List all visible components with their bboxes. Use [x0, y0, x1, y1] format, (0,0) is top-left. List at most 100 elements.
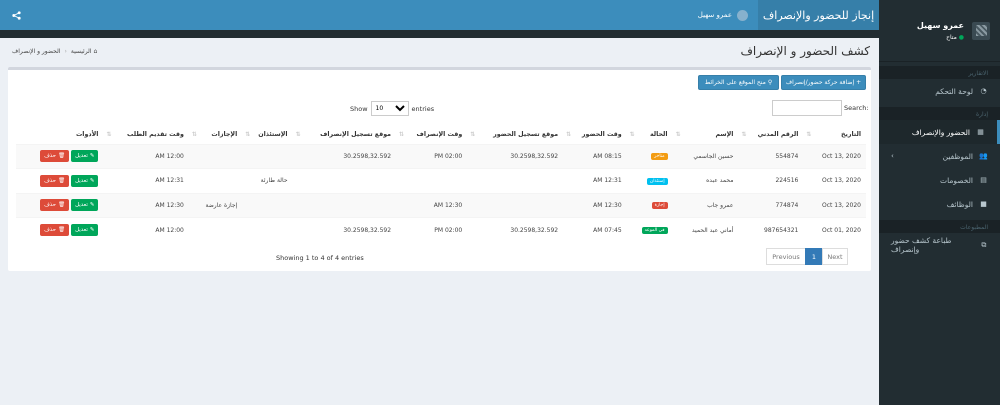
breadcrumb-separator: › — [64, 48, 67, 55]
top-header: إنجاز للحضور والإنصراف عمرو سهيل — [0, 0, 879, 30]
map-location-button[interactable]: منح الموقع على الخرائط ⚲ — [698, 75, 779, 90]
sidebar-section-reports: الاتقارير — [879, 66, 1000, 79]
next-page-button[interactable]: Next — [822, 248, 848, 265]
sort-icon: ⇅ — [806, 130, 812, 138]
length-group: Show 10 entries — [350, 101, 434, 116]
cell-in-loc: 30.2598,32.592 — [467, 217, 564, 242]
cell-date: Oct 13, 2020 — [803, 192, 866, 218]
cell-in-time: 12:30 AM — [563, 192, 627, 218]
cell-out-time: 12:30 AM — [396, 192, 468, 218]
user-status-text: متاح — [946, 33, 957, 41]
map-location-label: منح الموقع على الخرائط — [704, 79, 766, 86]
attendance-table: التاريخ ⇅ الرقم المدني ⇅ الإسم ⇅ الحالة ⇅ وق… — [16, 125, 866, 242]
sidebar-item-employees[interactable]: 👥 الموظفين ‹ — [879, 144, 1000, 168]
header-user-name: عمرو سهيل — [697, 11, 732, 19]
col-label: الإستئذان — [258, 130, 288, 138]
sidebar-user-name: عمرو سهيل — [916, 20, 964, 30]
col-label: الإجازات — [211, 130, 238, 138]
edit-icon: ✎ — [89, 202, 95, 209]
sidebar-item-label: الحضور والإنصراف — [911, 127, 970, 137]
col-name[interactable]: الإسم ⇅ — [672, 125, 739, 145]
breadcrumb-home[interactable]: الرئيسية ⌂ — [71, 48, 97, 55]
cell-permission: حالة طارئة — [242, 168, 293, 193]
cell-leave — [188, 217, 243, 242]
edit-button[interactable]: ✎ تعديل — [71, 150, 99, 163]
delete-button[interactable]: 🗑 حذف — [40, 174, 70, 187]
col-date[interactable]: التاريخ ⇅ — [803, 125, 866, 145]
cell-leave — [188, 168, 243, 193]
cell-req-time: 12:31 AM — [103, 168, 189, 193]
col-permission[interactable]: الإستئذان ⇅ — [242, 125, 293, 145]
entries-label: entries — [411, 104, 435, 113]
cell-out-loc: 30.2598,32.592 — [292, 143, 397, 169]
edit-button[interactable]: ✎ تعديل — [71, 174, 99, 187]
cell-in-loc: 30.2598,32.592 — [467, 143, 564, 169]
sidebar-item-label: الموظفين — [942, 151, 973, 161]
brand-logo[interactable]: إنجاز للحضور والإنصراف — [758, 0, 879, 30]
edit-button[interactable]: ✎ تعديل — [71, 224, 99, 236]
page-1-button[interactable]: 1 — [805, 248, 823, 265]
plus-icon: + — [856, 79, 862, 86]
cell-name: حسين الجاسمي — [672, 143, 739, 169]
cell-in-time: 08:15 AM — [563, 143, 627, 169]
header-user-menu[interactable]: عمرو سهيل — [698, 0, 748, 30]
delete-label: حذف — [44, 177, 57, 184]
add-attendance-label: إضافة حركة حضور/إنصراف — [785, 79, 855, 86]
col-out-time[interactable]: وقت الإنصراف ⇅ — [396, 125, 468, 145]
trash-icon: 🗑 — [58, 153, 66, 160]
sidebar-item-jobs[interactable]: ■ الوظائف — [879, 192, 1000, 216]
cell-status: إجازة — [626, 192, 673, 218]
delete-button[interactable]: 🗑 حذف — [40, 224, 70, 236]
sidebar-item-print-report[interactable]: ⧉ طباعة كشف حضور وإنصراف — [879, 233, 1000, 257]
cell-req-time: 12:00 AM — [103, 217, 189, 242]
add-attendance-button[interactable]: إضافة حركة حضور/إنصراف + — [781, 75, 866, 90]
share-icon[interactable] — [12, 0, 21, 30]
breadcrumb-current: الحضور و الإنصراف — [12, 48, 61, 55]
trash-icon: 🗑 — [58, 177, 66, 184]
cell-out-time: 02:00 PM — [396, 217, 468, 242]
entries-select[interactable]: 10 — [370, 101, 409, 116]
user-status: متاح ● — [889, 34, 964, 41]
col-request-time[interactable]: وقت تقديم الطلب ⇅ — [103, 125, 189, 145]
previous-page-button[interactable]: Previous — [766, 248, 806, 265]
breadcrumb: الحضور و الإنصراف › الرئيسية ⌂ — [12, 48, 97, 55]
header-avatar — [737, 9, 748, 21]
pagination: Previous 1 Next — [766, 248, 848, 265]
edit-icon: ✎ — [89, 177, 95, 184]
sort-icon: ⇅ — [470, 130, 476, 138]
cell-out-loc — [292, 168, 397, 193]
cell-in-time: 12:31 AM — [563, 168, 627, 193]
col-leave[interactable]: الإجازات ⇅ — [188, 125, 243, 145]
table-header-row: التاريخ ⇅ الرقم المدني ⇅ الإسم ⇅ الحالة ⇅ وق… — [16, 125, 866, 145]
edit-button[interactable]: ✎ تعديل — [71, 199, 99, 212]
sidebar-section-prints: المطبوعات — [879, 220, 1000, 233]
sidebar-item-dashboard[interactable]: ◔ لوحة التحكم — [879, 79, 1000, 103]
col-label: الأدوات — [75, 130, 99, 138]
col-label: موقع تسجيل الإنصراف — [320, 130, 392, 138]
cell-date: Oct 01, 2020 — [803, 217, 866, 242]
chevron-left-icon: ‹ — [891, 152, 894, 160]
copy-icon: ⧉ — [981, 240, 987, 249]
col-status[interactable]: الحالة ⇅ — [626, 125, 673, 145]
cell-in-loc — [467, 192, 564, 218]
col-in-location[interactable]: موقع تسجيل الحضور ⇅ — [467, 125, 564, 145]
delete-button[interactable]: 🗑 حذف — [40, 199, 70, 212]
col-out-location[interactable]: موقع تسجيل الإنصراف ⇅ — [292, 125, 397, 145]
edit-label: تعديل — [75, 153, 88, 160]
col-civil-id[interactable]: الرقم المدني ⇅ — [738, 125, 804, 145]
attendance-box: إضافة حركة حضور/إنصراف + منح الموقع على … — [8, 67, 871, 271]
cell-permission — [242, 217, 293, 242]
table-row: Oct 13, 2020 554874 حسين الجاسمي متأخر 08:15… — [16, 143, 866, 169]
cell-status: في الموعد — [626, 217, 673, 242]
sidebar-item-attendance[interactable]: ▦ الحضور والإنصراف — [879, 120, 1000, 144]
map-marker-icon: ⚲ — [767, 79, 773, 86]
breadcrumb-home-label: الرئيسية — [70, 48, 92, 55]
search-input[interactable] — [772, 100, 842, 116]
cell-req-time: 12:30 AM — [103, 192, 189, 218]
trash-icon: 🗑 — [58, 202, 66, 209]
sidebar-item-deductions[interactable]: ▤ الخصومات — [879, 168, 1000, 192]
col-in-time[interactable]: وقت الحضور ⇅ — [563, 125, 627, 145]
delete-button[interactable]: 🗑 حذف — [40, 150, 70, 163]
sidebar-item-label: الوظائف — [946, 199, 973, 209]
edit-icon: ✎ — [89, 227, 95, 233]
